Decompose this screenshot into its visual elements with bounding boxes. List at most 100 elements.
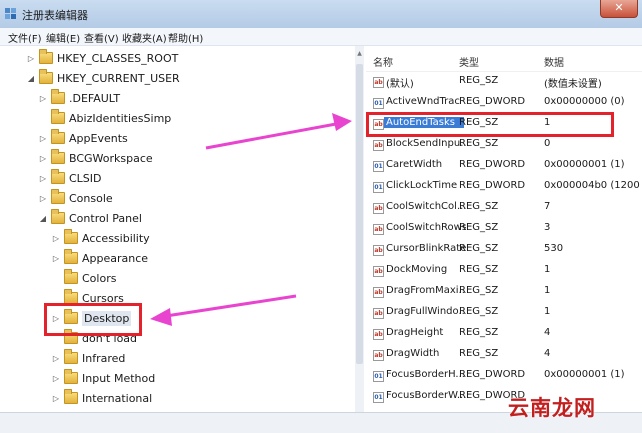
tree-item-accessibility[interactable]: ▷ Accessibility: [51, 228, 150, 248]
dword-value-icon: 01: [373, 98, 384, 109]
dword-value-icon: 01: [373, 182, 384, 193]
dword-value-icon: 01: [373, 392, 384, 403]
list-item[interactable]: ab DragWidth REG_SZ 4: [366, 345, 642, 366]
collapse-icon[interactable]: ◢: [26, 74, 36, 83]
tree-item-hkcr[interactable]: ▷ HKEY_CLASSES_ROOT: [26, 48, 178, 68]
tree-item-default[interactable]: ▷ .DEFAULT: [38, 88, 120, 108]
list-item[interactable]: 01 ActiveWndTrac REG_DWORD 0x00000000 (0…: [366, 93, 642, 114]
expand-icon[interactable]: ▷: [38, 94, 48, 103]
expand-icon[interactable]: ▷: [51, 254, 61, 263]
tree-scrollbar[interactable]: ▲: [355, 46, 364, 412]
expand-icon[interactable]: ▷: [38, 154, 48, 163]
scroll-thumb[interactable]: [356, 64, 363, 364]
tree-item-desktop[interactable]: ▷ Desktop: [51, 308, 132, 328]
folder-icon: [64, 329, 78, 344]
tree-item-label: don't load: [82, 331, 138, 345]
value-data: 0x00000001 (1): [544, 369, 625, 380]
string-value-icon: ab: [373, 287, 384, 298]
menu-file[interactable]: 文件(F): [8, 30, 42, 45]
tree-item-control-panel[interactable]: ◢ Control Panel: [38, 208, 142, 228]
value-type: REG_SZ: [459, 75, 499, 86]
list-item-autoendtasks[interactable]: ab AutoEndTasks REG_SZ 1: [366, 114, 642, 135]
string-value-icon: ab: [373, 245, 384, 256]
value-data: 4: [544, 327, 551, 338]
value-data: 0x00000000 (0): [544, 96, 625, 107]
list-item[interactable]: ab CoolSwitchRows REG_SZ 3: [366, 219, 642, 240]
value-data: 3: [544, 222, 551, 233]
value-name: DragHeight: [386, 327, 444, 338]
value-data: 1: [544, 285, 551, 296]
tree-item-dont-load[interactable]: don't load: [51, 328, 137, 348]
close-button[interactable]: ✕: [600, 0, 638, 18]
list-item[interactable]: ab BlockSendInpu... REG_SZ 0: [366, 135, 642, 156]
column-header-name[interactable]: 名称: [373, 54, 393, 69]
list-item[interactable]: ab DragHeight REG_SZ 4: [366, 324, 642, 345]
tree-item-label: AppEvents: [69, 131, 128, 145]
tree-item-colors[interactable]: Colors: [51, 268, 116, 288]
collapse-icon[interactable]: ◢: [38, 214, 48, 223]
list-item[interactable]: ab DragFromMaxi... REG_SZ 1: [366, 282, 642, 303]
tree-item-abiz[interactable]: AbizIdentitiesSimp: [38, 108, 171, 128]
list-item[interactable]: 01 FocusBorderW... REG_DWORD: [366, 387, 642, 408]
folder-icon: [64, 229, 78, 244]
expand-icon[interactable]: ▷: [51, 374, 61, 383]
expand-icon[interactable]: ▷: [51, 234, 61, 243]
tree-item-label: AbizIdentitiesSimp: [69, 111, 172, 125]
tree-item-clsid[interactable]: ▷ CLSID: [38, 168, 102, 188]
tree-item-infrared[interactable]: ▷ Infrared: [51, 348, 125, 368]
value-name: DragFromMaxi...: [386, 285, 466, 296]
value-type: REG_SZ: [459, 117, 499, 128]
folder-icon: [64, 269, 78, 284]
string-value-icon: ab: [373, 203, 384, 214]
tree-item-bcgworkspace[interactable]: ▷ BCGWorkspace: [38, 148, 153, 168]
list-item[interactable]: ab DragFullWindo... REG_SZ 1: [366, 303, 642, 324]
list-item[interactable]: 01 FocusBorderH... REG_DWORD 0x00000001 …: [366, 366, 642, 387]
expand-icon[interactable]: ▷: [38, 174, 48, 183]
expand-icon[interactable]: ▷: [51, 314, 61, 323]
list-item[interactable]: ab (默认) REG_SZ (数值未设置): [366, 72, 642, 93]
expand-icon[interactable]: ▷: [38, 134, 48, 143]
column-header-data[interactable]: 数据: [544, 54, 564, 69]
value-list[interactable]: 名称 类型 数据 ab (默认) REG_SZ (数值未设置) 01 Activ…: [366, 46, 642, 412]
tree-item-appevents[interactable]: ▷ AppEvents: [38, 128, 128, 148]
window-title: 注册表编辑器: [22, 9, 88, 22]
value-type: REG_SZ: [459, 222, 499, 233]
tree-item-label: Accessibility: [82, 231, 150, 245]
tree-item-label: HKEY_CLASSES_ROOT: [57, 51, 179, 65]
value-data: 4: [544, 348, 551, 359]
list-item[interactable]: ab CursorBlinkRate REG_SZ 530: [366, 240, 642, 261]
dword-value-icon: 01: [373, 371, 384, 382]
string-value-icon: ab: [373, 224, 384, 235]
tree-item-international[interactable]: ▷ International: [51, 388, 152, 408]
value-data: 1: [544, 117, 551, 128]
menu-help[interactable]: 帮助(H): [168, 30, 203, 45]
string-value-icon: ab: [373, 308, 384, 319]
tree-item-label: Cursors: [82, 291, 124, 305]
tree-item-cursors[interactable]: Cursors: [51, 288, 124, 308]
menu-edit[interactable]: 编辑(E): [46, 30, 80, 45]
watermark-logo: 云南龙网: [508, 396, 596, 420]
expand-icon[interactable]: ▷: [51, 354, 61, 363]
value-type: REG_DWORD: [459, 180, 526, 191]
menu-view[interactable]: 查看(V): [84, 30, 119, 45]
list-item[interactable]: 01 ClickLockTime REG_DWORD 0x000004b0 (1…: [366, 177, 642, 198]
column-header-type[interactable]: 类型: [459, 54, 479, 69]
list-item[interactable]: ab DockMoving REG_SZ 1: [366, 261, 642, 282]
value-name: CoolSwitchCol...: [386, 201, 466, 212]
expand-icon[interactable]: ▷: [51, 394, 61, 403]
value-type: REG_SZ: [459, 285, 499, 296]
value-name: ActiveWndTrac: [386, 96, 460, 107]
tree-item-input-method[interactable]: ▷ Input Method: [51, 368, 155, 388]
folder-icon: [64, 369, 78, 384]
tree-item-appearance[interactable]: ▷ Appearance: [51, 248, 148, 268]
tree-item-hkcu[interactable]: ◢ HKEY_CURRENT_USER: [26, 68, 180, 88]
list-item[interactable]: ab CoolSwitchCol... REG_SZ 7: [366, 198, 642, 219]
scroll-up-arrow-icon[interactable]: ▲: [355, 50, 364, 57]
list-item[interactable]: 01 CaretWidth REG_DWORD 0x00000001 (1): [366, 156, 642, 177]
folder-icon: [39, 69, 53, 84]
expand-icon[interactable]: ▷: [26, 54, 36, 63]
expand-icon[interactable]: ▷: [38, 194, 48, 203]
menu-favorites[interactable]: 收藏夹(A): [122, 30, 167, 45]
tree-item-console[interactable]: ▷ Console: [38, 188, 113, 208]
registry-tree[interactable]: ▷ HKEY_CLASSES_ROOT ◢ HKEY_CURRENT_USER …: [0, 46, 364, 412]
